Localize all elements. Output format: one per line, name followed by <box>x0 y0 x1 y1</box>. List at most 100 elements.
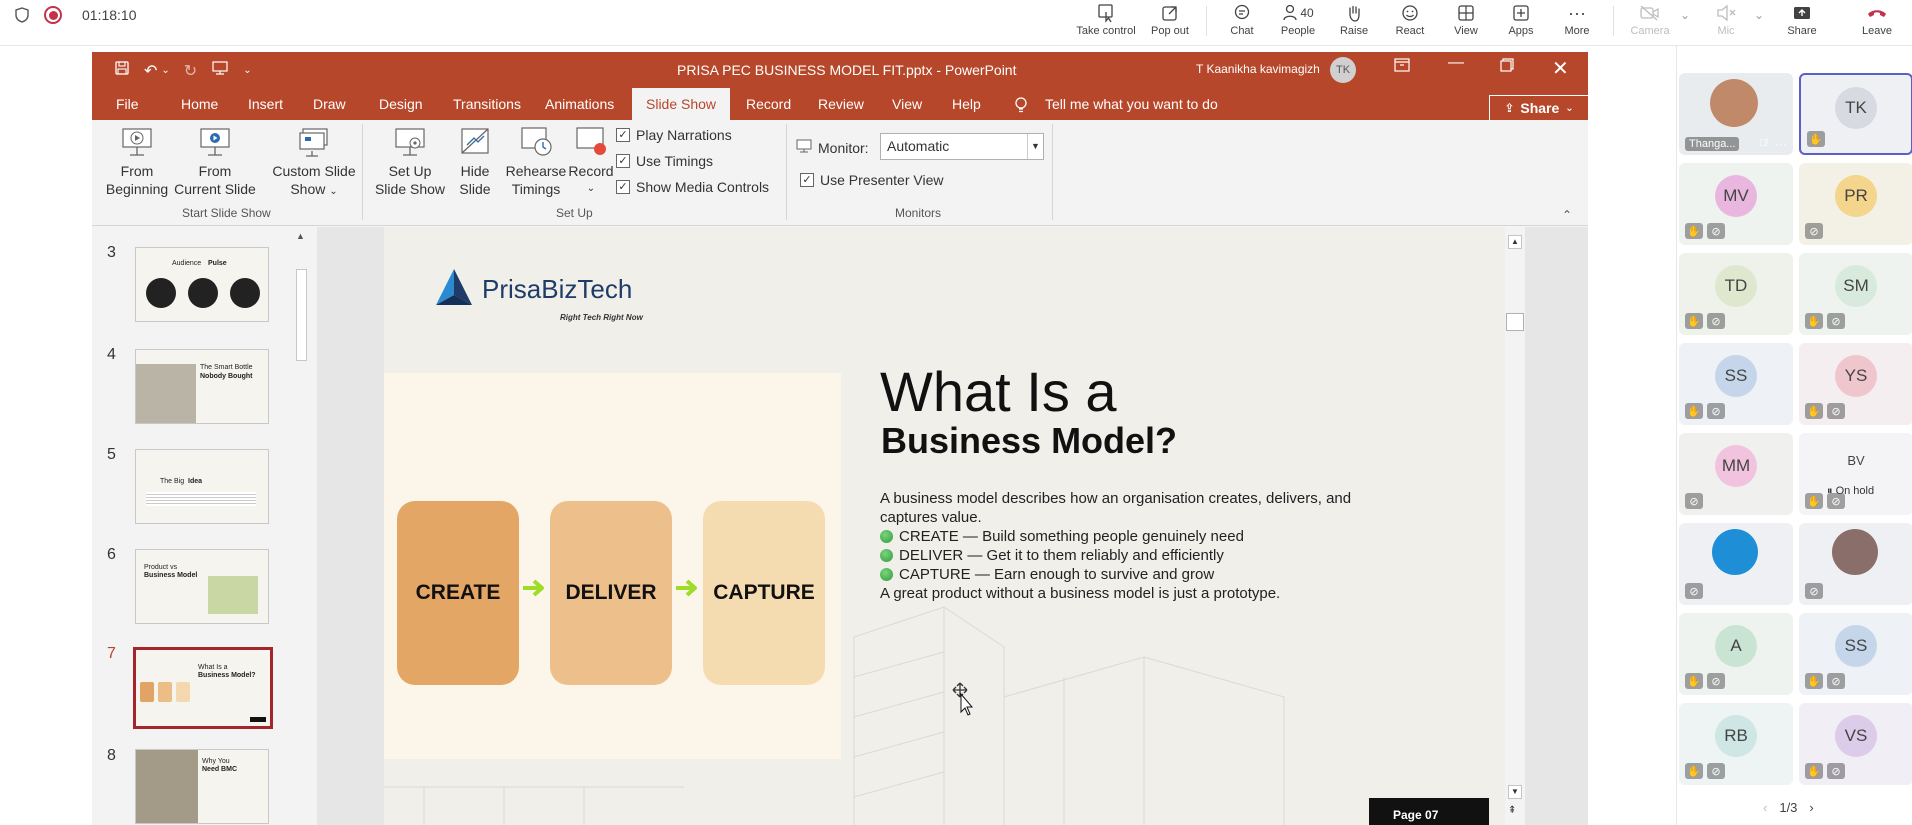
participant-tile[interactable]: MV ✋ ⊘ <box>1679 163 1793 245</box>
camera-button[interactable]: Camera <box>1630 0 1670 37</box>
react-button[interactable]: React <box>1394 0 1426 37</box>
tab-view[interactable]: View <box>888 88 926 120</box>
participant-tile-active[interactable]: TK ✋ <box>1799 73 1912 155</box>
thumbnails-scrollbar[interactable]: ▲ <box>292 227 312 825</box>
undo-options-chevron-icon[interactable]: ⌄ <box>161 65 169 76</box>
save-icon[interactable] <box>114 60 130 81</box>
monitor-select[interactable]: Automatic ▼ <box>880 133 1044 160</box>
pop-out-button[interactable]: Pop out <box>1147 0 1193 37</box>
from-beginning-button[interactable]: From Beginning <box>102 124 172 198</box>
tab-review[interactable]: Review <box>814 88 868 120</box>
mic-button[interactable]: Mic <box>1716 0 1736 37</box>
raise-hand-button[interactable]: Raise <box>1339 0 1369 37</box>
participant-tile[interactable]: SM ✋ ⊘ <box>1799 253 1912 335</box>
mic-off-icon: ⊘ <box>1707 673 1725 689</box>
customize-toolbar-icon[interactable]: ⌄ <box>243 65 251 76</box>
participant-tile[interactable]: Thanga... 🎙̸ ··· <box>1679 73 1793 155</box>
collapse-ribbon-icon[interactable]: ⌃ <box>1562 208 1572 222</box>
restore-icon[interactable] <box>1500 58 1514 77</box>
apps-button[interactable]: Apps <box>1507 0 1535 37</box>
custom-show-icon <box>296 124 332 160</box>
thumbnail-number: 3 <box>107 244 116 261</box>
thumbnail-slide-3[interactable]: Audience Pulse <box>135 247 269 322</box>
avatar[interactable]: TK <box>1330 57 1356 83</box>
scroll-up-icon[interactable]: ▲ <box>1508 235 1522 249</box>
thumbnail-slide-6[interactable]: Product vs Business Model <box>135 549 269 624</box>
thumbnail-slide-4[interactable]: The Smart Bottle Nobody Bought <box>135 349 269 424</box>
participant-tile[interactable]: TD ✋ ⊘ <box>1679 253 1793 335</box>
tab-slide-show[interactable]: Slide Show <box>632 88 731 120</box>
set-up-slide-show-button[interactable]: Set Up Slide Show <box>370 124 450 198</box>
participant-tile[interactable]: VS ✋ ⊘ <box>1799 703 1912 785</box>
tab-home[interactable]: Home <box>177 88 222 120</box>
thumbnail-text: The Smart Bottle <box>200 364 253 371</box>
participant-tile[interactable]: ⊘ <box>1679 523 1793 605</box>
take-control-button[interactable]: Take control <box>1076 0 1136 37</box>
participant-tile[interactable]: A ✋ ⊘ <box>1679 613 1793 695</box>
hand-raised-icon: ✋ <box>1805 673 1823 689</box>
chat-label: Chat <box>1230 25 1254 37</box>
tell-me-search[interactable]: Tell me what you want to do <box>1045 88 1218 120</box>
use-presenter-view-checkbox[interactable]: ✓ Use Presenter View <box>800 172 943 188</box>
thumbnail-slide-7-selected[interactable]: What Is a Business Model? <box>133 647 273 729</box>
minimize-icon[interactable]: — <box>1448 54 1464 72</box>
undo-icon[interactable]: ↶ <box>144 61 157 81</box>
leave-button[interactable]: Leave <box>1860 0 1894 37</box>
view-button[interactable]: View <box>1451 0 1481 37</box>
custom-slide-show-button[interactable]: Custom Slide Show ⌄ <box>264 124 364 201</box>
from-current-slide-button[interactable]: From Current Slide <box>172 124 258 198</box>
play-narrations-checkbox[interactable]: ✓ Play Narrations <box>616 127 732 143</box>
mic-options-chevron-icon[interactable]: ⌄ <box>1754 8 1764 22</box>
tab-insert[interactable]: Insert <box>244 88 287 120</box>
tab-record[interactable]: Record <box>742 88 795 120</box>
use-timings-checkbox[interactable]: ✓ Use Timings <box>616 153 713 169</box>
green-dot-icon <box>880 568 893 581</box>
ppt-share-button[interactable]: ⇪ Share ⌄ <box>1489 95 1588 121</box>
start-from-beginning-icon[interactable] <box>211 60 229 81</box>
scrollbar-thumb[interactable] <box>1506 313 1524 331</box>
redo-icon[interactable]: ↻ <box>184 61 197 81</box>
tab-animations[interactable]: Animations <box>541 88 618 120</box>
participant-tile[interactable]: RB ✋ ⊘ <box>1679 703 1793 785</box>
tab-transitions[interactable]: Transitions <box>449 88 525 120</box>
share-button[interactable]: Share <box>1786 0 1818 37</box>
camera-options-chevron-icon[interactable]: ⌄ <box>1680 8 1690 22</box>
participant-tile[interactable]: SS ✋ ⊘ <box>1799 613 1912 695</box>
slide-scrollbar[interactable]: ▲ ▼ ⇞ <box>1505 227 1525 825</box>
more-button[interactable]: ··· More <box>1562 0 1592 38</box>
rehearse-timings-button[interactable]: Rehearse Timings <box>502 124 570 198</box>
chat-button[interactable]: Chat <box>1226 0 1258 37</box>
previous-slide-icon[interactable]: ⇞ <box>1508 805 1516 816</box>
scroll-down-icon[interactable]: ▼ <box>1508 785 1522 799</box>
show-media-controls-checkbox[interactable]: ✓ Show Media Controls <box>616 179 769 195</box>
thumbnail-text: Nobody Bought <box>200 373 253 380</box>
close-icon[interactable]: ✕ <box>1552 56 1569 81</box>
tab-help[interactable]: Help <box>948 88 985 120</box>
participant-tile[interactable]: ⊘ <box>1799 523 1912 605</box>
tab-file[interactable]: File <box>112 88 143 120</box>
hide-slide-button[interactable]: Hide Slide <box>450 124 500 198</box>
thumbnail-text: Pulse <box>208 260 227 267</box>
current-slide[interactable]: PrisaBizTech Right Tech Right Now CREATE… <box>384 227 1505 825</box>
people-icon: 40 <box>1282 1 1314 25</box>
participant-tile[interactable]: MM ⊘ <box>1679 433 1793 515</box>
tab-draw[interactable]: Draw <box>309 88 350 120</box>
ribbon-display-icon[interactable] <box>1394 58 1410 77</box>
scroll-up-icon[interactable]: ▲ <box>296 231 305 241</box>
more-options-icon[interactable]: ··· <box>1775 137 1787 151</box>
participant-tile[interactable]: YS ✋ ⊘ <box>1799 343 1912 425</box>
participant-tile[interactable]: SS ✋ ⊘ <box>1679 343 1793 425</box>
chevron-down-icon[interactable]: ▼ <box>1027 134 1043 159</box>
participant-tile[interactable]: BV ⏸ On hold ✋ ⊘ <box>1799 433 1912 515</box>
scrollbar-thumb[interactable] <box>296 269 307 361</box>
participant-tile[interactable]: PR ⊘ <box>1799 163 1912 245</box>
record-label: Record <box>568 163 614 179</box>
next-page-icon[interactable]: › <box>1809 800 1813 815</box>
from-current-label-1: From <box>198 163 232 179</box>
thumbnail-slide-5[interactable]: The Big Idea <box>135 449 269 524</box>
previous-page-icon[interactable]: ‹ <box>1763 800 1767 815</box>
record-button[interactable]: Record ⌄ <box>566 124 616 198</box>
thumbnail-slide-8[interactable]: Why You Need BMC <box>135 749 269 824</box>
tab-design[interactable]: Design <box>375 88 427 120</box>
people-button[interactable]: 40 People <box>1278 0 1318 37</box>
